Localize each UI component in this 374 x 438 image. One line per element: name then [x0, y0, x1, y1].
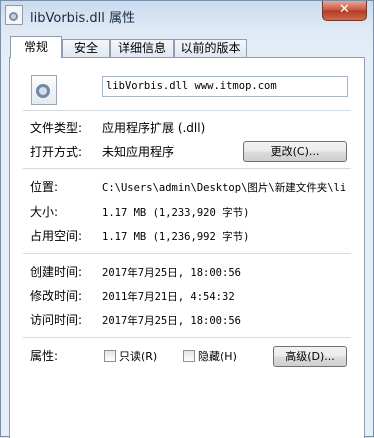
- modified-label: 修改时间:: [30, 289, 83, 303]
- opens-with-value: 未知应用程序: [102, 145, 175, 159]
- opens-with-label: 打开方式:: [30, 145, 83, 159]
- size-value: 1.17 MB (1,233,920 字节): [102, 207, 250, 219]
- hidden-checkbox[interactable]: [183, 350, 195, 362]
- size-label: 大小:: [30, 205, 59, 219]
- disk-size-label: 占用空间:: [30, 229, 83, 243]
- file-type-value: 应用程序扩展 (.dll): [102, 121, 206, 135]
- location-label: 位置:: [30, 180, 59, 194]
- dll-file-icon: [31, 75, 57, 105]
- file-type-label: 文件类型:: [30, 121, 83, 135]
- disk-size-value: 1.17 MB (1,236,992 字节): [102, 231, 250, 243]
- attributes-label: 属性:: [30, 349, 59, 363]
- tab-details[interactable]: 详细信息: [110, 39, 174, 58]
- readonly-label: 只读(R): [119, 350, 158, 363]
- general-panel: [9, 57, 365, 438]
- close-button[interactable]: ✕: [322, 1, 367, 21]
- separator: [23, 110, 351, 111]
- hidden-label: 隐藏(H): [198, 350, 237, 363]
- separator: [23, 337, 351, 338]
- readonly-checkbox[interactable]: [104, 350, 116, 362]
- dll-gear-icon: [5, 5, 23, 25]
- separator: [23, 253, 351, 254]
- created-label: 创建时间:: [30, 265, 83, 279]
- properties-window: libVorbis.dll 属性 ✕ 常规 安全 详细信息 以前的版本 libV…: [0, 0, 374, 438]
- separator: [23, 168, 351, 169]
- file-name-input[interactable]: libVorbis.dll www.itmop.com: [102, 76, 348, 97]
- advanced-button[interactable]: 高级(D)...: [273, 346, 347, 367]
- tab-general[interactable]: 常规: [10, 36, 62, 58]
- created-value: 2017年7月25日, 18:00:56: [102, 267, 241, 279]
- title-bar[interactable]: libVorbis.dll 属性 ✕: [1, 1, 373, 31]
- location-value: C:\Users\admin\Desktop\图片\新建文件夹\li: [102, 182, 347, 194]
- accessed-label: 访问时间:: [30, 313, 83, 327]
- modified-value: 2011年7月21日, 4:54:32: [102, 291, 235, 303]
- window-title: libVorbis.dll 属性: [30, 11, 136, 26]
- change-button[interactable]: 更改(C)...: [243, 141, 347, 162]
- tab-security[interactable]: 安全: [62, 39, 110, 58]
- tab-previous-versions[interactable]: 以前的版本: [174, 39, 247, 58]
- accessed-value: 2017年7月25日, 18:00:56: [102, 315, 241, 327]
